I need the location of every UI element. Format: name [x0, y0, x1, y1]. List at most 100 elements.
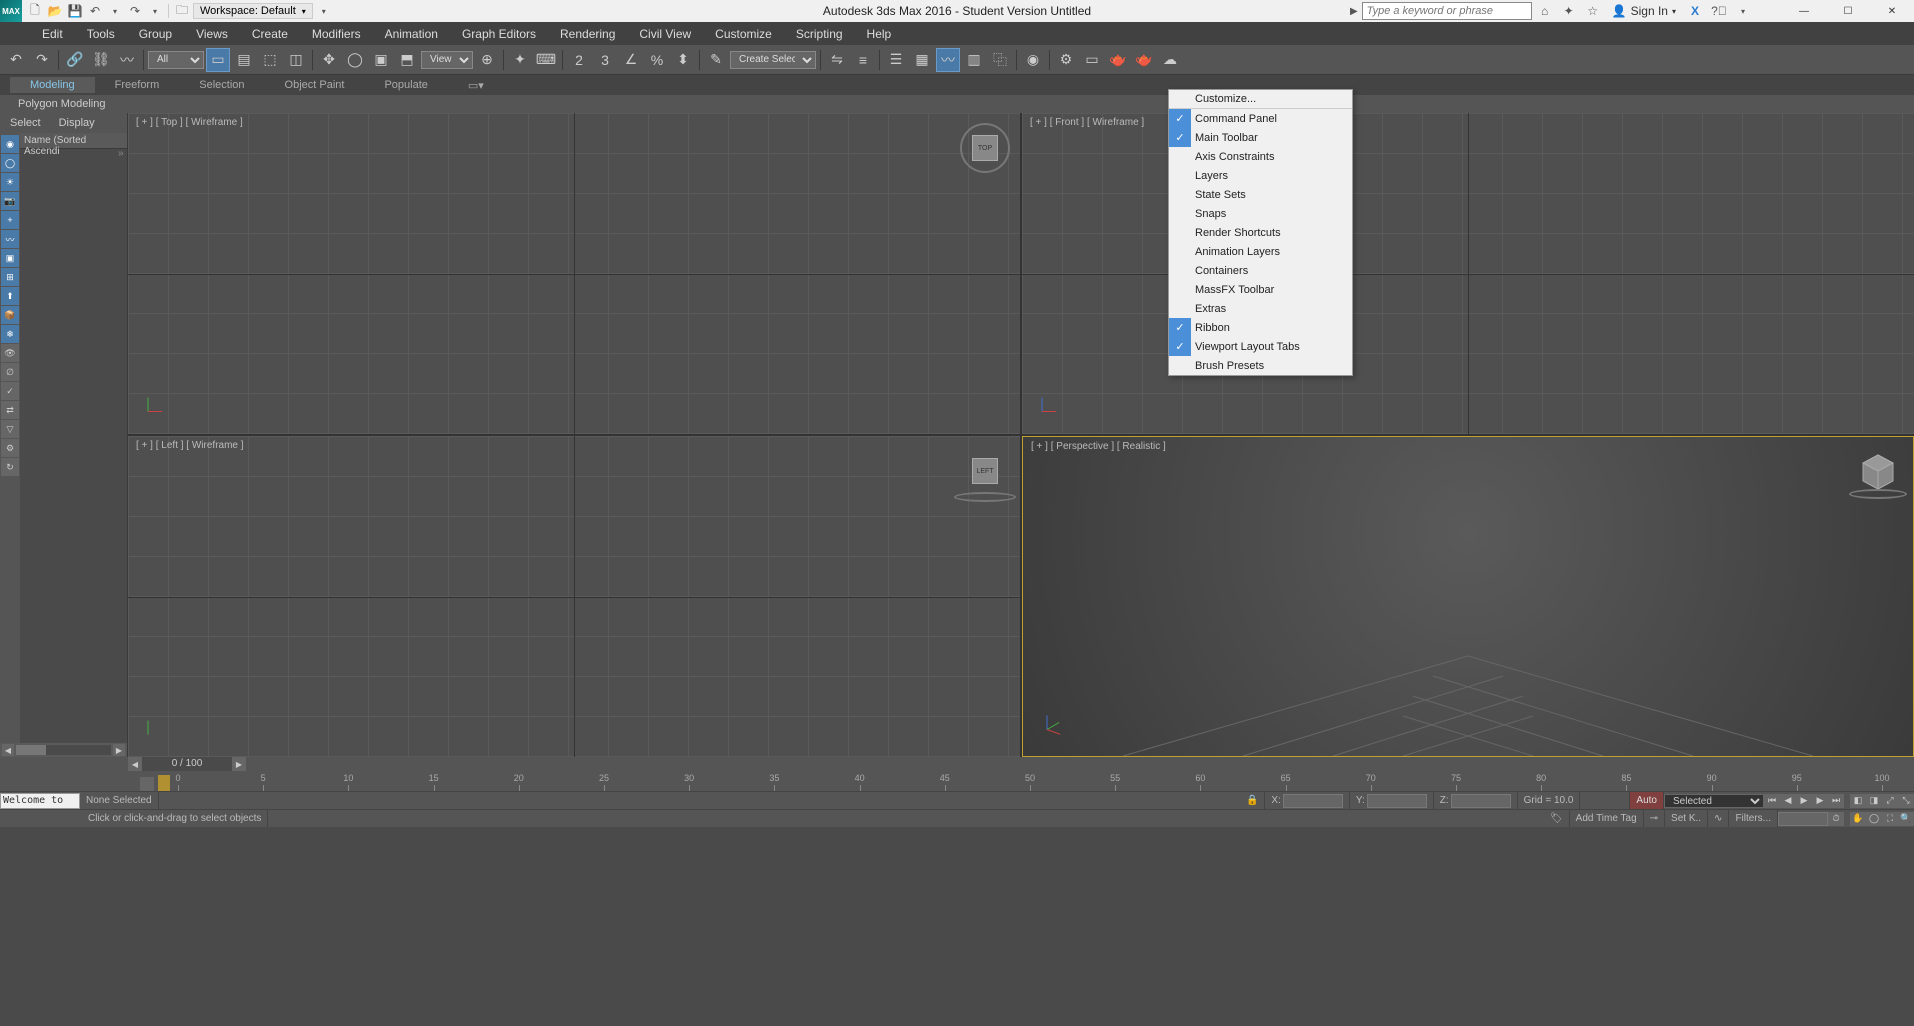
time-slider[interactable]: 0510152025303540455055606570758085909510…: [0, 771, 1914, 791]
menu-graph-editors[interactable]: Graph Editors: [450, 24, 548, 44]
rendered-frame-icon[interactable]: ▭: [1080, 48, 1104, 72]
render-iterative-icon[interactable]: 🫖: [1132, 48, 1156, 72]
column-header-name[interactable]: Name (Sorted Ascendi: [20, 133, 127, 149]
context-menu-item-state-sets[interactable]: State Sets: [1169, 185, 1352, 204]
scroll-left-icon[interactable]: ◀: [2, 744, 14, 756]
redo-icon[interactable]: ↷: [30, 48, 54, 72]
toggle-ribbon-icon[interactable]: ▦: [910, 48, 934, 72]
zoom-extents-icon[interactable]: ⤢: [1882, 794, 1898, 808]
window-crossing-icon[interactable]: ◫: [284, 48, 308, 72]
scrollbar-thumb[interactable]: [16, 745, 46, 755]
help-dropdown-icon[interactable]: ▾: [1732, 2, 1754, 20]
zoom-extents-all-icon[interactable]: ⤡: [1898, 794, 1914, 808]
filter-groups-icon[interactable]: ▣: [1, 249, 19, 267]
context-menu-item-massfx-toolbar[interactable]: MassFX Toolbar: [1169, 280, 1352, 299]
goto-start-icon[interactable]: ⏮: [1764, 794, 1780, 808]
viewport-top[interactable]: [ + ] [ Top ] [ Wireframe ] TOP: [128, 113, 1020, 434]
context-menu-item-snaps[interactable]: Snaps: [1169, 204, 1352, 223]
menu-scripting[interactable]: Scripting: [784, 24, 855, 44]
maxscript-listener[interactable]: Welcome to: [0, 793, 80, 809]
lock-selection-icon[interactable]: 🔒: [1240, 792, 1265, 809]
subscription-icon[interactable]: ✦: [1558, 2, 1580, 20]
snap-2d-icon[interactable]: 2: [567, 48, 591, 72]
time-slider-handle[interactable]: [158, 775, 170, 791]
select-object-icon[interactable]: ▭: [206, 48, 230, 72]
tab-select[interactable]: Select: [4, 115, 47, 131]
goto-end-icon[interactable]: ⏭: [1828, 794, 1844, 808]
filter-container-icon[interactable]: 📦: [1, 306, 19, 324]
render-setup-icon[interactable]: ⚙: [1054, 48, 1078, 72]
viewport-label[interactable]: [ + ] [ Front ] [ Wireframe ]: [1030, 117, 1144, 128]
menu-modifiers[interactable]: Modifiers: [300, 24, 373, 44]
key-mode-dropdown[interactable]: Selected: [1664, 794, 1764, 808]
percent-snap-icon[interactable]: %: [645, 48, 669, 72]
context-menu-item-ribbon[interactable]: ✓Ribbon: [1169, 318, 1352, 337]
viewcube[interactable]: TOP: [960, 123, 1010, 173]
ribbon-tab-selection[interactable]: Selection: [179, 77, 264, 93]
filter-settings-icon[interactable]: ⚙: [1, 439, 19, 457]
select-scale-icon[interactable]: ▣: [369, 48, 393, 72]
bind-spacewarp-icon[interactable]: 〰: [115, 48, 139, 72]
menu-group[interactable]: Group: [127, 24, 184, 44]
link-icon[interactable]: 🔗: [63, 48, 87, 72]
menu-views[interactable]: Views: [184, 24, 240, 44]
layer-explorer-icon[interactable]: ☰: [884, 48, 908, 72]
menu-rendering[interactable]: Rendering: [548, 24, 627, 44]
filter-invert-icon[interactable]: ⇄: [1, 401, 19, 419]
menu-civil-view[interactable]: Civil View: [627, 24, 703, 44]
search-input[interactable]: [1362, 2, 1532, 20]
viewport-label[interactable]: [ + ] [ Perspective ] [ Realistic ]: [1031, 441, 1166, 452]
filter-xrefs-icon[interactable]: ⊞: [1, 268, 19, 286]
menu-tools[interactable]: Tools: [75, 24, 127, 44]
use-pivot-center-icon[interactable]: ⊕: [475, 48, 499, 72]
frame-next-icon[interactable]: ▶: [232, 757, 246, 771]
app-logo[interactable]: MAX: [0, 0, 22, 22]
spinner-snap-icon[interactable]: ⬍: [671, 48, 695, 72]
redo-dropdown-icon[interactable]: ▾: [146, 2, 164, 20]
ribbon-tab-freeform[interactable]: Freeform: [95, 77, 180, 93]
menu-customize[interactable]: Customize: [703, 24, 784, 44]
orbit-icon[interactable]: ◯: [1866, 812, 1882, 826]
time-config-icon[interactable]: ⏱: [1828, 812, 1844, 826]
ribbon-panel-label[interactable]: Polygon Modeling: [10, 98, 113, 110]
prev-frame-icon[interactable]: ◀: [1780, 794, 1796, 808]
filter-all-icon[interactable]: ✓: [1, 382, 19, 400]
tab-display[interactable]: Display: [53, 115, 101, 131]
ribbon-minimize-icon[interactable]: ▭▾: [448, 77, 504, 94]
key-filters-button[interactable]: Filters...: [1729, 810, 1778, 827]
filter-spacewarps-icon[interactable]: 〰: [1, 230, 19, 248]
search-submit-icon[interactable]: ▶: [1350, 6, 1358, 17]
context-menu-item-render-shortcuts[interactable]: Render Shortcuts: [1169, 223, 1352, 242]
select-move-icon[interactable]: ✥: [317, 48, 341, 72]
time-tag-icon[interactable]: 🏷: [1544, 810, 1570, 827]
minimize-button[interactable]: —: [1786, 2, 1822, 20]
zoom-icon[interactable]: 🔍: [1898, 812, 1914, 826]
set-key-button[interactable]: Set K..: [1665, 810, 1708, 827]
select-manipulate-icon[interactable]: ✦: [508, 48, 532, 72]
ribbon-tab-modeling[interactable]: Modeling: [10, 77, 95, 93]
mirror-icon[interactable]: ⇋: [825, 48, 849, 72]
isolate-selection-icon[interactable]: ◧: [1850, 794, 1866, 808]
align-icon[interactable]: ≡: [851, 48, 875, 72]
undo-icon[interactable]: ↶: [86, 2, 104, 20]
scrollbar-track[interactable]: [16, 745, 111, 755]
select-region-rect-icon[interactable]: ⬚: [258, 48, 282, 72]
dope-sheet-icon[interactable]: ▥: [962, 48, 986, 72]
menu-create[interactable]: Create: [240, 24, 300, 44]
filter-geometry-icon[interactable]: ◉: [1, 135, 19, 153]
key-tangent-icon[interactable]: ∿: [1708, 810, 1729, 827]
undo-dropdown-icon[interactable]: ▾: [106, 2, 124, 20]
open-file-icon[interactable]: 📂: [46, 2, 64, 20]
filter-bone-icon[interactable]: ⬆: [1, 287, 19, 305]
current-frame-input[interactable]: [1778, 812, 1828, 826]
save-file-icon[interactable]: 💾: [66, 2, 84, 20]
filter-lights-icon[interactable]: ☀: [1, 173, 19, 191]
filter-frozen-icon[interactable]: ❄: [1, 325, 19, 343]
select-place-icon[interactable]: ⬒: [395, 48, 419, 72]
filter-hidden-icon[interactable]: 👁: [1, 344, 19, 362]
auto-key-button[interactable]: Auto: [1630, 792, 1664, 809]
menu-help[interactable]: Help: [855, 24, 904, 44]
filter-none-icon[interactable]: ∅: [1, 363, 19, 381]
signin-button[interactable]: 👤 Sign In ▾: [1606, 4, 1682, 18]
time-ruler[interactable]: 0510152025303540455055606570758085909510…: [170, 771, 1914, 791]
